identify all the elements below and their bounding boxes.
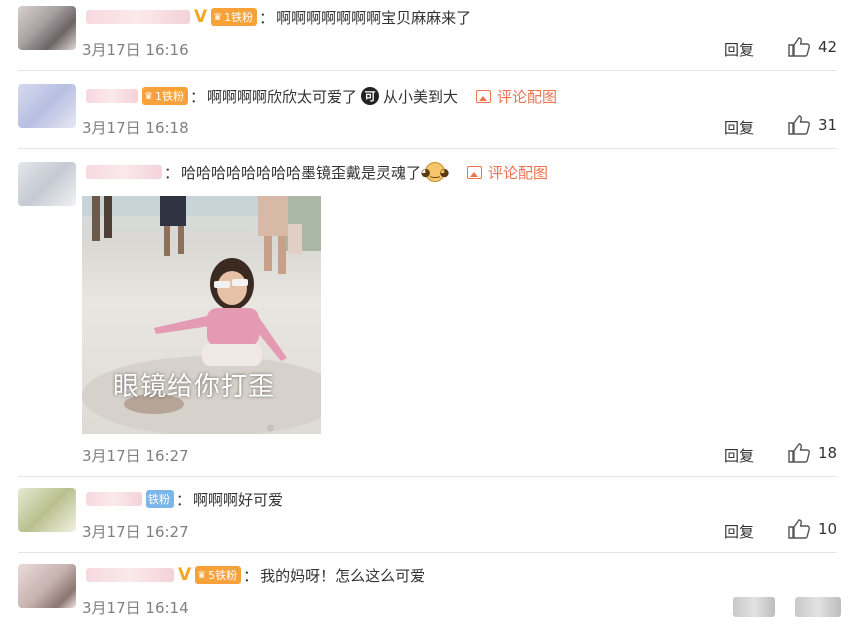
comment-text: 啊啊啊啊啊啊啊宝贝麻麻来了 — [276, 8, 472, 27]
like-count: 31 — [818, 116, 838, 134]
fan-badge-label: 铁粉 — [215, 569, 238, 582]
comment-picture-link[interactable]: 评论配图 — [467, 162, 548, 183]
emoji-icon: 可 — [361, 87, 379, 105]
fan-badge[interactable]: 铁粉 — [146, 490, 174, 508]
comment-time: 3月17日 16:18 — [82, 119, 189, 137]
picture-icon — [476, 89, 492, 103]
comment-text: 我的妈呀！怎么这么可爱 — [260, 566, 426, 585]
thumbs-up-icon — [788, 443, 810, 463]
comment-text: 啊啊啊好可爱 — [193, 490, 284, 509]
like-button[interactable]: 18 — [788, 443, 837, 463]
colon: ： — [189, 87, 205, 106]
colon: ： — [243, 566, 259, 585]
reply-button[interactable]: 回复 — [724, 445, 754, 466]
picture-link-label: 评论配图 — [488, 163, 549, 182]
divider — [18, 476, 837, 477]
thumbs-up-icon — [788, 115, 810, 135]
reply-button[interactable]: 回复 — [724, 117, 754, 138]
like-button[interactable]: 31 — [788, 115, 837, 135]
comment-time: 3月17日 16:16 — [82, 41, 189, 59]
crown-icon: ♛ — [213, 11, 223, 23]
username-blurred[interactable] — [86, 568, 174, 582]
like-button[interactable]: 10 — [788, 519, 837, 539]
image-caption: 眼镜给你打歪 — [113, 372, 276, 402]
username-blurred[interactable] — [86, 492, 142, 506]
avatar[interactable] — [18, 84, 76, 128]
fan-badge-label: 铁粉 — [148, 493, 170, 506]
fan-badge[interactable]: ♛ 5 铁粉 — [195, 566, 242, 584]
avatar[interactable] — [18, 488, 76, 532]
comment-time: 3月17日 16:14 — [82, 599, 189, 617]
username-blurred[interactable] — [86, 89, 138, 103]
like-count: 10 — [818, 520, 838, 538]
like-button[interactable]: 42 — [788, 37, 837, 57]
thumbs-up-icon — [788, 519, 810, 539]
like-button-blurred[interactable] — [795, 597, 841, 617]
fan-badge-label: 铁粉 — [231, 11, 254, 24]
username-blurred[interactable] — [86, 10, 190, 24]
divider — [18, 552, 837, 553]
reply-button[interactable]: 回复 — [724, 39, 754, 60]
comment-text: 哈哈哈哈哈哈哈哈墨镜歪戴是灵魂了 — [181, 163, 422, 182]
comment-time: 3月17日 16:27 — [82, 523, 189, 541]
divider — [18, 70, 837, 71]
avatar[interactable] — [18, 162, 76, 206]
crown-icon: ♛ — [144, 90, 153, 102]
comment-text-continued: 从小美到大 — [383, 87, 459, 106]
verified-v-icon: V — [194, 7, 208, 27]
thumbs-up-icon — [788, 37, 810, 57]
fan-level: 1 — [224, 10, 232, 24]
colon: ： — [176, 490, 192, 509]
picture-icon — [467, 165, 483, 179]
reply-button[interactable]: 回复 — [724, 521, 754, 542]
comment-attached-image[interactable]: ◎ 眼镜给你打歪 — [82, 196, 321, 434]
divider — [18, 148, 837, 149]
username-blurred[interactable] — [86, 165, 162, 179]
fan-level: 5 — [208, 568, 216, 582]
svg-text:◎: ◎ — [267, 423, 274, 432]
fan-badge-label: 铁粉 — [161, 90, 184, 103]
reply-button-blurred[interactable] — [733, 597, 775, 617]
verified-v-icon: V — [178, 565, 192, 585]
avatar[interactable] — [18, 564, 76, 608]
dog-emoji-icon: ◕‿◕ — [421, 162, 449, 182]
like-count: 42 — [818, 38, 838, 56]
comment-text: 啊啊啊啊欣欣太可爱了 — [206, 87, 357, 106]
like-count: 18 — [818, 444, 838, 462]
fan-badge[interactable]: ♛ 1 铁粉 — [142, 87, 188, 105]
colon: ： — [164, 163, 180, 182]
crown-icon: ♛ — [197, 569, 207, 581]
comment-time: 3月17日 16:27 — [82, 447, 189, 465]
fan-level: 1 — [154, 89, 162, 103]
fan-badge[interactable]: ♛ 1 铁粉 — [211, 8, 258, 26]
picture-link-label: 评论配图 — [497, 87, 558, 106]
colon: ： — [259, 8, 275, 27]
comment-picture-link[interactable]: 评论配图 — [476, 86, 557, 107]
avatar[interactable] — [18, 6, 76, 50]
